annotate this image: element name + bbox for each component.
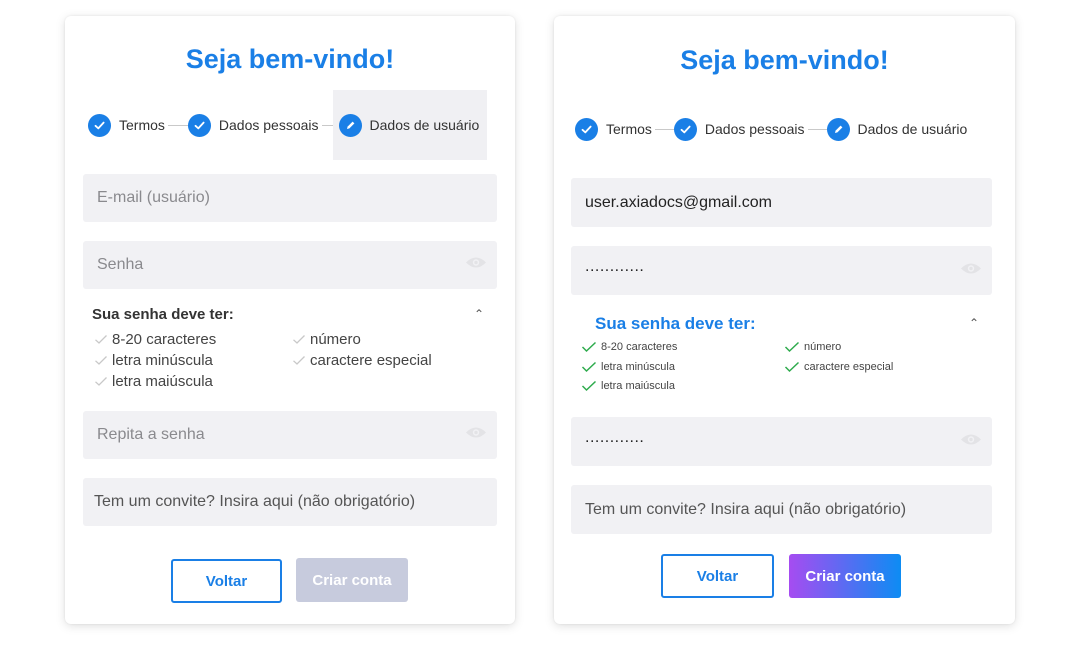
check-icon [95, 356, 107, 365]
check-icon [95, 335, 107, 344]
password-rules: Sua senha deve ter: ⌃ 8-20 caracteres nú… [92, 306, 492, 396]
rule-number: número [784, 341, 841, 353]
page-title: Seja bem-vindo! [680, 45, 889, 75]
chevron-up-icon[interactable]: ⌃ [969, 316, 979, 330]
rule-text: 8-20 caracteres [112, 331, 217, 348]
stepper: Termos Dados pessoais Dados de usuário [575, 116, 967, 142]
rule-text: 8-20 caracteres [601, 341, 678, 353]
eye-icon[interactable] [465, 256, 487, 275]
rule-text: letra minúscula [112, 352, 213, 369]
step-dados-pessoais: Dados pessoais [187, 90, 319, 160]
repeat-password-field[interactable]: Repita a senha [83, 411, 497, 459]
step-label: Termos [606, 121, 652, 137]
signup-card-empty: Seja bem-vindo! Termos Dados pessoais Da… [65, 16, 515, 624]
eye-icon[interactable] [960, 261, 982, 280]
create-account-button[interactable]: Criar conta [296, 558, 408, 602]
password-field[interactable]: Senha [83, 241, 497, 289]
step-termos: Termos [575, 116, 652, 142]
pencil-icon [826, 117, 850, 141]
step-dados-usuario: Dados de usuário [332, 90, 488, 160]
repeat-password-field[interactable]: ............ [571, 417, 992, 466]
stepper: Termos Dados pessoais Dados de usuário [88, 90, 488, 160]
page-title: Seja bem-vindo! [185, 44, 395, 74]
password-rules: Sua senha deve ter: ⌃ 8-20 caracteres nú… [581, 314, 991, 399]
rule-text: número [310, 331, 361, 348]
back-button[interactable]: Voltar [661, 554, 774, 598]
rule-length: 8-20 caracteres [94, 331, 216, 348]
password-field[interactable]: ............ [571, 246, 992, 295]
check-icon [784, 341, 800, 353]
eye-icon[interactable] [465, 426, 487, 445]
step-connector [807, 128, 827, 130]
check-icon [88, 113, 111, 137]
password-placeholder: Senha [97, 256, 144, 273]
email-field[interactable]: user.axiadocs@gmail.com [571, 178, 992, 227]
pencil-icon [338, 113, 362, 137]
rule-lowercase: letra minúscula [581, 361, 675, 373]
rule-text: letra maiúscula [112, 373, 213, 390]
email-value: user.axiadocs@gmail.com [585, 193, 772, 211]
check-icon [95, 377, 107, 386]
email-placeholder: E-mail (usuário) [97, 189, 210, 206]
invite-field[interactable]: Tem um convite? Insira aqui (não obrigat… [83, 478, 497, 526]
step-termos: Termos [88, 90, 165, 160]
rule-text: letra maiúscula [601, 380, 675, 392]
rule-uppercase: letra maiúscula [581, 380, 675, 392]
check-icon [784, 361, 800, 373]
repeat-password-placeholder: Repita a senha [97, 426, 205, 443]
step-label: Dados de usuário [857, 121, 968, 137]
step-dados-pessoais: Dados pessoais [673, 116, 805, 142]
check-icon [293, 356, 305, 365]
invite-placeholder: Tem um convite? Insira aqui (não obrigat… [94, 493, 416, 510]
rule-special: caractere especial [784, 361, 893, 373]
step-label: Dados pessoais [704, 121, 805, 137]
rules-title: Sua senha deve ter: [595, 314, 756, 333]
check-icon [187, 113, 211, 137]
step-label: Termos [119, 117, 165, 133]
password-value: ............ [585, 257, 645, 275]
rule-text: letra minúscula [601, 361, 675, 373]
rule-special: caractere especial [292, 352, 432, 369]
check-icon [293, 335, 305, 344]
step-label: Dados pessoais [218, 117, 319, 133]
rule-lowercase: letra minúscula [94, 352, 213, 369]
check-icon [581, 361, 597, 373]
check-icon [575, 117, 598, 141]
chevron-up-icon[interactable]: ⌃ [474, 307, 484, 321]
step-connector [167, 124, 188, 126]
eye-icon[interactable] [960, 432, 982, 451]
check-icon [581, 380, 597, 392]
invite-placeholder: Tem um convite? Insira aqui (não obrigat… [585, 500, 907, 518]
step-dados-usuario: Dados de usuário [826, 116, 968, 142]
rule-text: caractere especial [310, 352, 432, 369]
rule-text: número [804, 341, 842, 353]
check-icon [673, 117, 697, 141]
signup-card-filled: Seja bem-vindo! Termos Dados pessoais Da… [554, 16, 1015, 624]
rule-length: 8-20 caracteres [581, 341, 677, 353]
create-account-button[interactable]: Criar conta [789, 554, 901, 598]
invite-field[interactable]: Tem um convite? Insira aqui (não obrigat… [571, 485, 992, 534]
rule-uppercase: letra maiúscula [94, 373, 213, 390]
email-field[interactable]: E-mail (usuário) [83, 174, 497, 222]
rules-title: Sua senha deve ter: [92, 306, 234, 323]
repeat-password-value: ............ [585, 428, 645, 446]
check-icon [581, 341, 597, 353]
step-label: Dados de usuário [369, 117, 480, 133]
step-connector [654, 128, 674, 130]
rule-text: caractere especial [804, 361, 894, 373]
rule-number: número [292, 331, 361, 348]
back-button[interactable]: Voltar [171, 559, 282, 603]
